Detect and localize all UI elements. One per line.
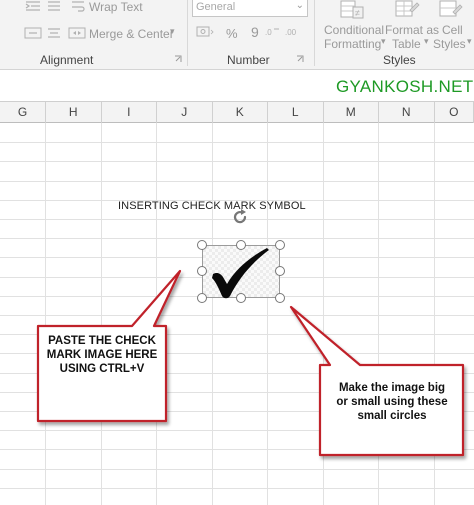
left-callout-text: PASTE THE CHECK MARK IMAGE HERE USING CT…	[40, 334, 164, 376]
right-callout-line: Make the image big	[338, 382, 446, 394]
right-callout-line: or small using these	[336, 396, 448, 408]
right-callout-text: Make the image big or small using these …	[322, 381, 462, 423]
callout-layer	[36, 269, 465, 457]
right-callout-line: small circles	[357, 410, 427, 422]
left-callout-line: PASTE THE CHECK	[48, 335, 156, 347]
left-callout-line: MARK IMAGE HERE	[46, 349, 158, 361]
left-callout-line: USING CTRL+V	[59, 363, 145, 375]
